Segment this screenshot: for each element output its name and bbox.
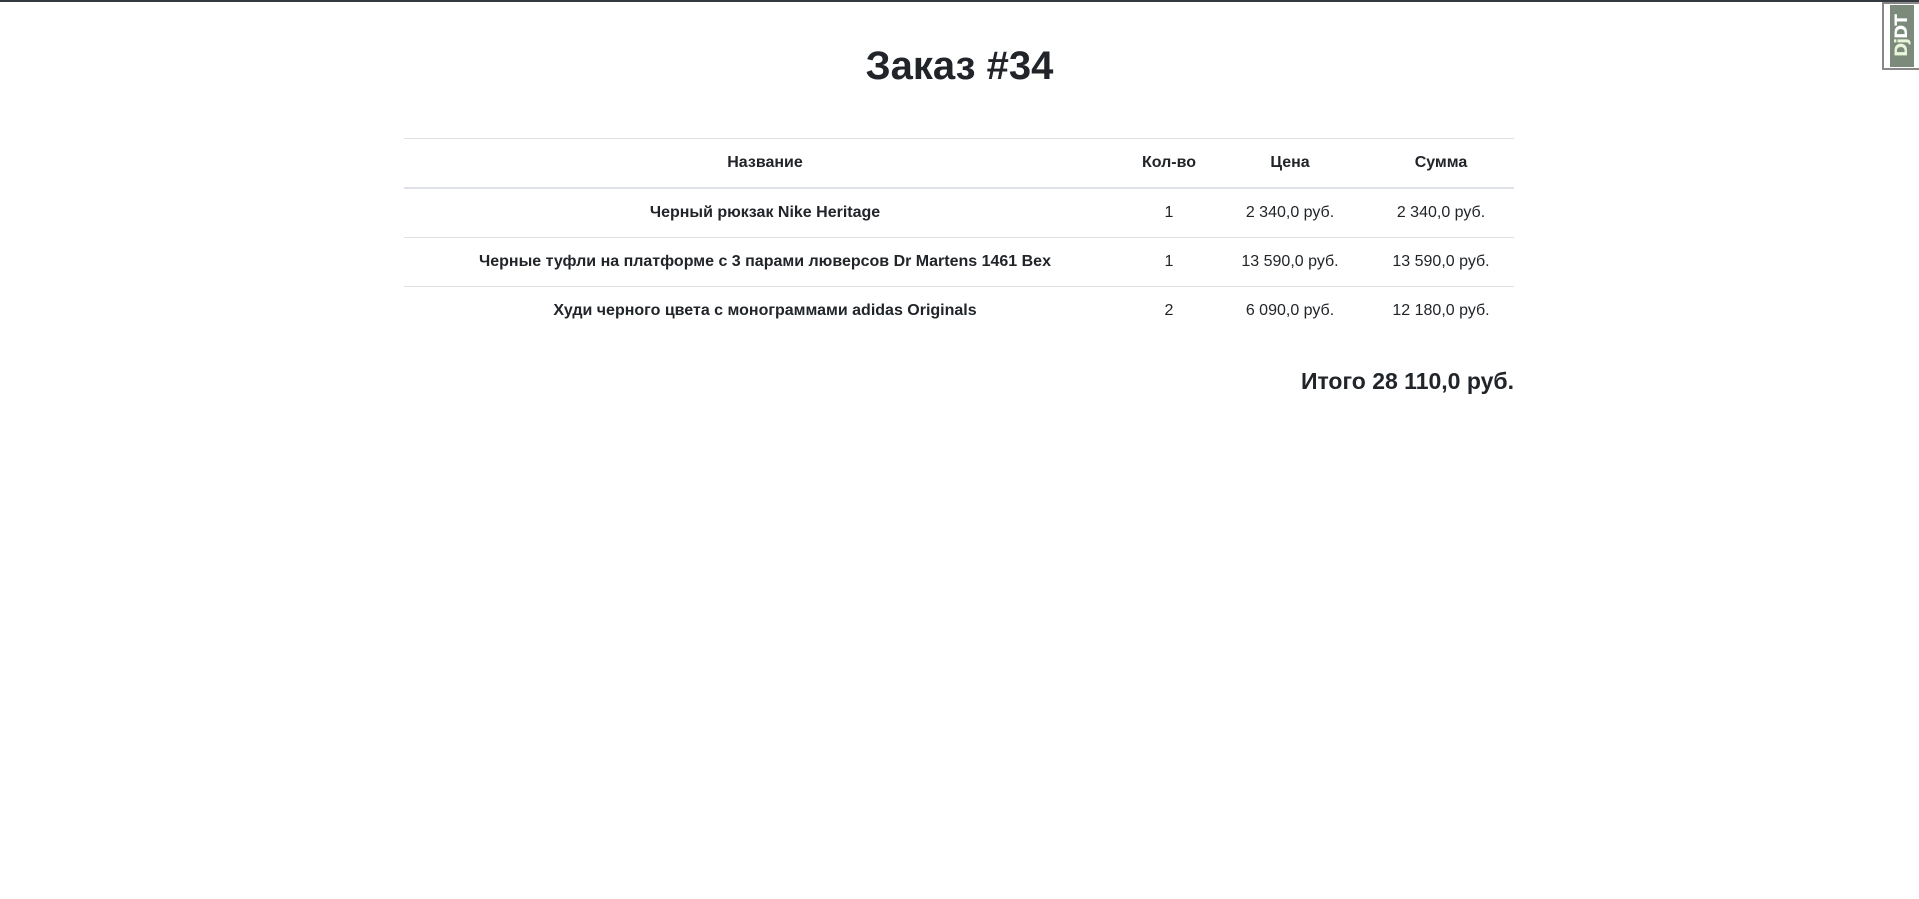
item-price: 6 090,0 руб. [1212, 286, 1368, 335]
order-total: Итого 28 110,0 руб. [1301, 365, 1514, 397]
table-header-row: Название Кол-во Цена Сумма [404, 138, 1514, 189]
item-name: Худи черного цвета с монограммами adidas… [404, 286, 1126, 335]
django-debug-toolbar-icon: DjDT [1889, 5, 1914, 67]
table-row: Черные туфли на платформе с 3 парами люв… [404, 237, 1514, 287]
item-name: Черные туфли на платформе с 3 парами люв… [404, 237, 1126, 287]
order-table-container: Название Кол-во Цена Сумма Черный рюкзак… [404, 138, 1514, 335]
total-value: 28 110,0 руб. [1372, 368, 1514, 394]
column-header-price: Цена [1212, 138, 1368, 189]
item-sum: 13 590,0 руб. [1368, 237, 1514, 287]
table-row: Черный рюкзак Nike Heritage 1 2 340,0 ру… [404, 188, 1514, 238]
item-sum: 2 340,0 руб. [1396, 204, 1486, 221]
order-items-table: Название Кол-во Цена Сумма Черный рюкзак… [404, 138, 1514, 335]
item-sum: 12 180,0 руб. [1368, 286, 1514, 335]
item-qty: 2 [1126, 286, 1212, 335]
column-header-sum: Сумма [1368, 138, 1514, 189]
order-page: Заказ #34 Название Кол-во Цена Сумма Чер… [0, 0, 1919, 899]
debug-toolbar-label: DjDT [1891, 15, 1912, 57]
column-header-qty: Кол-во [1126, 138, 1212, 189]
item-qty: 1 [1126, 237, 1212, 287]
item-name: Черный рюкзак Nike Heritage [649, 204, 881, 221]
total-label: Итого [1300, 368, 1366, 394]
debug-toolbar-toggle[interactable]: DjDT [1882, 2, 1919, 70]
page-title: Заказ #34 [865, 44, 1054, 88]
item-price: 2 340,0 руб. [1245, 204, 1335, 221]
column-header-name: Название [404, 138, 1126, 189]
item-qty: 1 [1164, 204, 1174, 221]
item-price: 13 590,0 руб. [1212, 237, 1368, 287]
table-row: Худи черного цвета с монограммами adidas… [404, 286, 1514, 335]
